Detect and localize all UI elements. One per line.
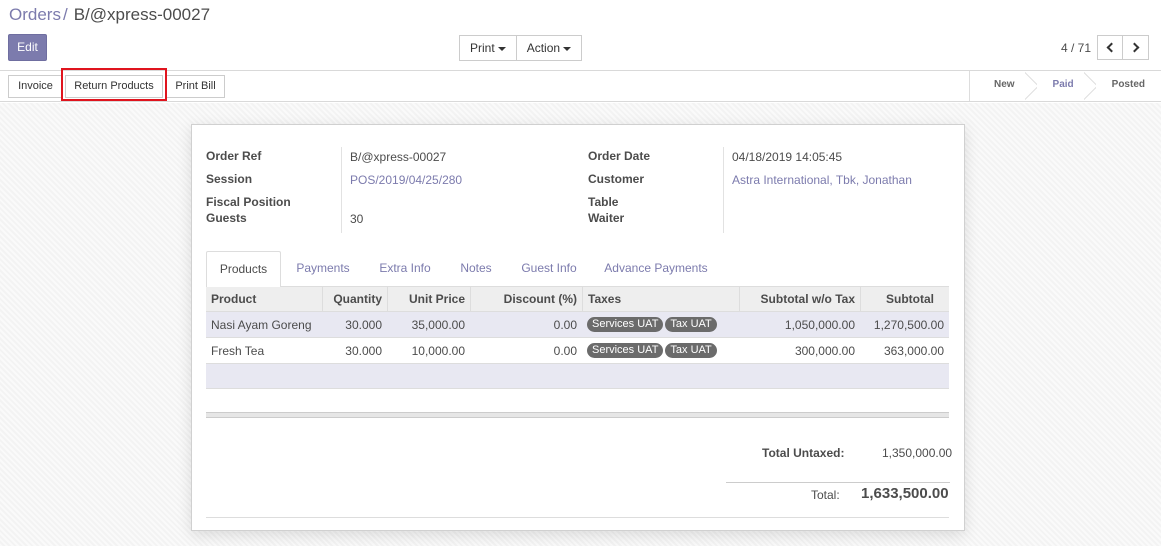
stage-label: New bbox=[993, 79, 1015, 90]
session-link[interactable]: POS/2019/04/25/280 bbox=[350, 173, 462, 187]
tab-payments[interactable]: Payments bbox=[286, 251, 360, 287]
total-value: 1,633,500.00 bbox=[861, 485, 949, 502]
stage-new: New bbox=[970, 71, 1031, 101]
cell-subtotal: 363,000.00 bbox=[883, 343, 944, 358]
print-label: Print bbox=[470, 41, 495, 55]
tax-tag: Services UAT bbox=[587, 317, 664, 332]
tab-advance-payments[interactable]: Advance Payments bbox=[596, 251, 716, 287]
statusbar: Invoice Return Products Print Bill New P… bbox=[0, 71, 1161, 102]
pager-value[interactable]: 4 / 71 bbox=[1061, 41, 1091, 55]
stage-posted: Posted bbox=[1090, 71, 1161, 101]
field-separator bbox=[341, 147, 342, 233]
column-header-subtotal[interactable]: Subtotal bbox=[860, 287, 949, 311]
customer-link[interactable]: Astra International, Tbk, Jonathan bbox=[732, 173, 912, 187]
column-header-discount[interactable]: Discount (%) bbox=[470, 287, 582, 311]
caret-down-icon bbox=[563, 46, 572, 51]
tab-extra-info[interactable]: Extra Info bbox=[366, 251, 444, 287]
order-ref-label: Order Ref bbox=[206, 149, 262, 163]
cell-quantity: 30.000 bbox=[345, 343, 382, 358]
edit-button[interactable]: Edit bbox=[8, 34, 47, 61]
cell-product: Fresh Tea bbox=[211, 343, 265, 358]
table-label: Table bbox=[588, 195, 619, 209]
sidebar-dropdowns: Print Action bbox=[459, 35, 583, 61]
guests-label: Guests bbox=[206, 211, 247, 225]
column-header-unit-price[interactable]: Unit Price bbox=[387, 287, 470, 311]
cell-taxes: Services UAT Tax UAT bbox=[582, 312, 739, 337]
column-header-taxes[interactable]: Taxes bbox=[582, 287, 739, 311]
order-date-label: Order Date bbox=[588, 149, 651, 163]
cell-subtotal-wo-tax: 1,050,000.00 bbox=[784, 317, 855, 332]
total-untaxed-value: 1,350,000.00 bbox=[882, 446, 953, 460]
cell-discount: 0.00 bbox=[553, 317, 577, 332]
cell-unit-price: 35,000.00 bbox=[411, 317, 465, 332]
guests-value: 30 bbox=[350, 212, 364, 226]
order-ref-value: B/@xpress-00027 bbox=[350, 150, 447, 164]
breadcrumb-current: B/@xpress-00027 bbox=[73, 5, 211, 24]
total-untaxed-label: Total Untaxed: bbox=[762, 446, 845, 460]
tab-notes[interactable]: Notes bbox=[450, 251, 502, 287]
table-header: Product Quantity Unit Price Discount (%)… bbox=[206, 287, 949, 312]
chevron-left-icon bbox=[1106, 42, 1117, 53]
cell-subtotal-wo-tax: 300,000.00 bbox=[794, 343, 855, 358]
pager-previous-button[interactable] bbox=[1097, 35, 1123, 60]
column-header-quantity[interactable]: Quantity bbox=[322, 287, 387, 311]
pager: 4 / 71 bbox=[1061, 35, 1149, 60]
order-date-value: 04/18/2019 14:05:45 bbox=[732, 150, 843, 164]
total-label: Total: bbox=[811, 488, 840, 502]
form-sheet: Order Ref Session Fiscal Position Guests… bbox=[191, 124, 965, 531]
field-separator bbox=[723, 147, 724, 233]
column-header-subtotal-wo-tax[interactable]: Subtotal w/o Tax bbox=[739, 287, 860, 311]
cell-subtotal: 1,270,500.00 bbox=[873, 317, 944, 332]
caret-down-icon bbox=[497, 46, 506, 51]
breadcrumb-orders-link[interactable]: Orders bbox=[9, 5, 61, 24]
print-bill-button[interactable]: Print Bill bbox=[166, 75, 225, 98]
sheet-bottom-divider bbox=[206, 517, 949, 518]
totals-divider bbox=[726, 482, 950, 483]
action-label: Action bbox=[526, 41, 561, 55]
session-label: Session bbox=[206, 172, 253, 186]
pager-next-button[interactable] bbox=[1123, 35, 1149, 60]
cell-quantity: 30.000 bbox=[345, 317, 382, 332]
stage-label: Posted bbox=[1111, 79, 1145, 90]
notebook-tabs: Products Payments Extra Info Notes Guest… bbox=[206, 251, 949, 288]
print-dropdown-button[interactable]: Print bbox=[459, 35, 517, 61]
breadcrumb: Orders / B/@xpress-00027 bbox=[9, 5, 210, 25]
table-empty-row bbox=[206, 364, 949, 389]
cell-taxes: Services UAT Tax UAT bbox=[582, 338, 739, 363]
waiter-label: Waiter bbox=[588, 211, 625, 225]
fiscal-position-label: Fiscal Position bbox=[206, 195, 291, 209]
stage-paid: Paid bbox=[1031, 71, 1090, 101]
customer-label: Customer bbox=[588, 172, 645, 186]
table-row[interactable]: Nasi Ayam Goreng 30.000 35,000.00 0.00 S… bbox=[206, 312, 949, 338]
breadcrumb-separator: / bbox=[62, 5, 68, 24]
highlight-box bbox=[61, 68, 167, 101]
tab-guest-info[interactable]: Guest Info bbox=[508, 251, 590, 287]
table-row[interactable]: Fresh Tea 30.000 10,000.00 0.00 Services… bbox=[206, 338, 949, 364]
cell-product: Nasi Ayam Goreng bbox=[211, 317, 312, 332]
column-header-product[interactable]: Product bbox=[206, 287, 322, 311]
tax-tag: Services UAT bbox=[587, 343, 664, 358]
control-panel: Orders / B/@xpress-00027 Edit Print Action… bbox=[0, 0, 1161, 71]
action-dropdown-button[interactable]: Action bbox=[516, 35, 583, 61]
status-stages: New Paid Posted bbox=[968, 71, 1161, 101]
chevron-right-icon bbox=[1129, 42, 1139, 53]
tax-tag: Tax UAT bbox=[665, 317, 717, 332]
cell-discount: 0.00 bbox=[553, 343, 577, 358]
stage-label: Paid bbox=[1052, 79, 1074, 90]
table-footer-bar bbox=[206, 412, 949, 418]
tab-products[interactable]: Products bbox=[206, 251, 281, 288]
cell-unit-price: 10,000.00 bbox=[411, 343, 465, 358]
invoice-button[interactable]: Invoice bbox=[8, 75, 63, 98]
tax-tag: Tax UAT bbox=[665, 343, 717, 358]
